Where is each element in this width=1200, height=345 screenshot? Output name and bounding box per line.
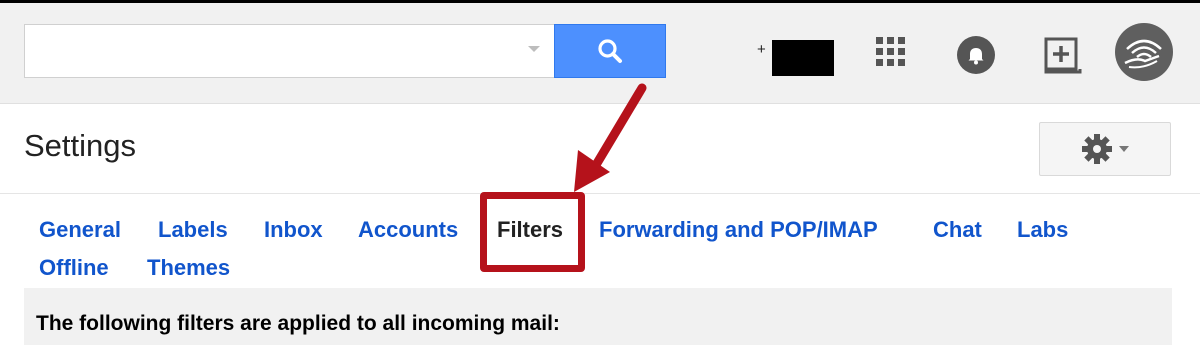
search-options-dropdown-icon[interactable] (528, 46, 540, 52)
annotation-arrow (574, 83, 647, 192)
notifications-bell-icon[interactable] (956, 35, 996, 75)
search-icon (598, 39, 622, 63)
tab-inbox[interactable]: Inbox (264, 217, 323, 243)
page-title: Settings (24, 128, 137, 163)
wifi-hand-avatar-image (1124, 39, 1162, 69)
filters-intro-text: The following filters are applied to all… (36, 312, 560, 335)
share-add-icon[interactable] (1043, 35, 1083, 75)
gear-icon (1082, 134, 1112, 164)
tab-forwarding-pop-imap[interactable]: Forwarding and POP/IMAP (599, 217, 878, 243)
tab-labels[interactable]: Labels (158, 217, 228, 243)
search-input[interactable] (24, 24, 555, 78)
tab-chat[interactable]: Chat (933, 217, 982, 243)
search-field[interactable] (25, 25, 505, 77)
tab-offline[interactable]: Offline (39, 255, 109, 281)
tab-general[interactable]: General (39, 217, 121, 243)
avatar[interactable] (1115, 23, 1173, 81)
settings-gear-button[interactable] (1039, 122, 1171, 176)
tab-labs[interactable]: Labs (1017, 217, 1068, 243)
tab-themes[interactable]: Themes (147, 255, 230, 281)
apps-grid-icon[interactable] (876, 37, 906, 67)
chevron-down-icon (1119, 146, 1129, 152)
search-button[interactable] (554, 24, 666, 78)
tab-accounts[interactable]: Accounts (358, 217, 458, 243)
account-name-prefix[interactable]: + (757, 41, 766, 58)
divider (0, 193, 1200, 194)
filters-panel: The following filters are applied to all… (24, 288, 1172, 345)
annotation-highlight-box (480, 192, 585, 272)
redacted-account-name[interactable] (772, 40, 834, 76)
